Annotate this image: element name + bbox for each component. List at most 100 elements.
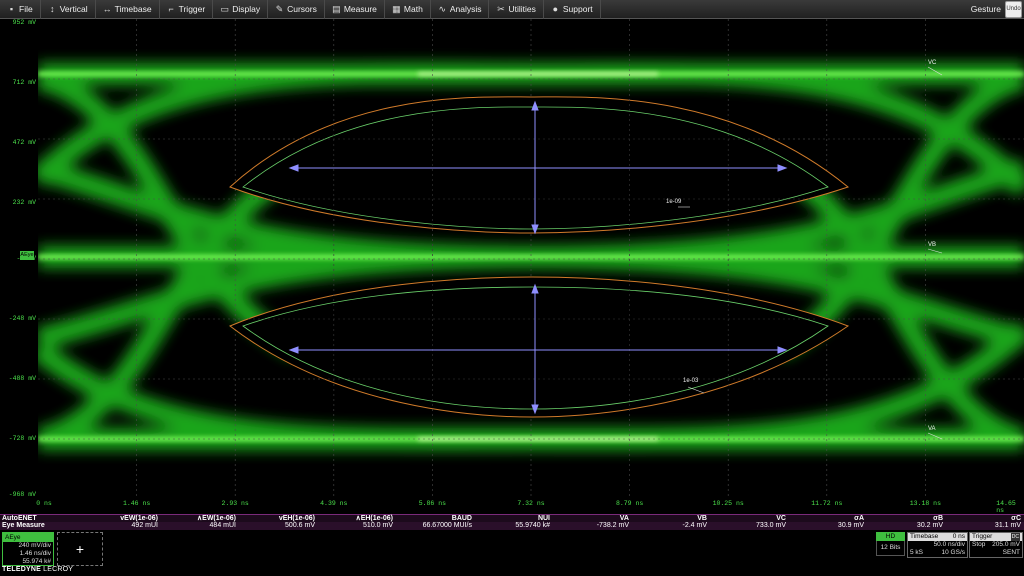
measurement-row-title: Eye Measure xyxy=(2,522,45,529)
menu-label: Vertical xyxy=(59,4,88,14)
trigger-descriptor[interactable]: Trigger DC Stop 205.0 mV SENT xyxy=(969,532,1023,558)
x-tick-label: 8.79 ns xyxy=(615,500,644,507)
menu-label: Utilities xyxy=(508,4,536,14)
measure-value: 484 mUI xyxy=(209,522,236,529)
brand-logo: TELEDYNE LECROY xyxy=(2,566,73,573)
x-tick-label: 1.46 ns xyxy=(122,500,151,507)
menu-display[interactable]: ▭ Display xyxy=(213,0,269,19)
menu-utilities[interactable]: ✂ Utilities xyxy=(489,0,544,19)
x-tick-label: 2.93 ns xyxy=(221,500,249,507)
cursors-icon: ✎ xyxy=(275,3,284,14)
menu-label: Trigger xyxy=(178,4,206,14)
y-tick-label: 472 mV xyxy=(12,139,36,146)
menu-cursors[interactable]: ✎ Cursors xyxy=(268,0,325,19)
timebase-icon: ↔ xyxy=(102,4,112,14)
level-tag-vb: VB xyxy=(928,242,937,248)
trigger-icon: ⌐ xyxy=(168,4,174,14)
gesture-toggle[interactable]: Gesture xyxy=(967,4,1005,14)
trigger-type: SENT xyxy=(1002,549,1020,556)
y-tick-label: 712 mV xyxy=(12,79,36,86)
trigger-mode: Stop xyxy=(972,541,986,548)
x-tick-label: 5.86 ns xyxy=(418,500,447,507)
timebase-samples: 5 kS xyxy=(910,549,924,556)
menu-bar: ▪ File ↕ Vertical ↔ Timebase ⌐ Trigger ▭ Display ✎… xyxy=(0,0,1024,19)
channel-count: 55.974 k# xyxy=(22,558,51,565)
menu-file[interactable]: ▪ File xyxy=(0,0,41,19)
menu-label: Cursors xyxy=(287,4,317,14)
timebase-descriptor[interactable]: Timebase 0 ns 50.0 ns/div 5 kS 10 GS/s xyxy=(907,532,968,558)
bit-depth: 12 Bits xyxy=(876,541,905,556)
menu-vertical[interactable]: ↕ Vertical xyxy=(41,0,96,19)
hd-label: HD xyxy=(876,532,905,541)
add-trace-button[interactable]: + xyxy=(57,532,103,566)
measure-value: 66.67000 MUI/s xyxy=(422,522,472,529)
channel-tdiv: 1.46 ns/div xyxy=(19,550,51,557)
level-tag-va: VA xyxy=(928,426,936,432)
x-tick-label: 11.72 ns xyxy=(811,500,843,507)
channel-vdiv: 240 mV/div xyxy=(18,542,51,549)
timebase-rate: 10 GS/s xyxy=(941,549,965,556)
undo-button[interactable]: Undo xyxy=(1005,0,1022,18)
brand-name: TELEDYNE xyxy=(2,566,41,573)
menu-label: Support xyxy=(562,4,593,14)
vertical-icon: ↕ xyxy=(49,4,55,14)
trigger-coupling-badge: DC xyxy=(1010,533,1020,541)
x-tick-label: 14.65 ns xyxy=(996,500,1016,514)
x-tick-label: 4.39 ns xyxy=(320,500,348,507)
menu-trigger[interactable]: ⌐ Trigger xyxy=(160,0,214,19)
measure-value: -2.4 mV xyxy=(682,522,707,529)
menu-math[interactable]: ▦ Math xyxy=(385,0,431,19)
measure-value: 492 mUI xyxy=(131,522,158,529)
measurement-value-row: Eye Measure 492 mUI 484 mUI 500.6 mV 510.0 … xyxy=(0,522,1024,530)
utilities-icon: ✂ xyxy=(497,3,505,14)
measure-value: -738.2 mV xyxy=(596,522,629,529)
menu-support[interactable]: ● Support xyxy=(544,0,601,19)
trigger-level: 205.0 mV xyxy=(992,541,1020,548)
menu-label: Measure xyxy=(343,4,377,14)
measure-value: 55.9740 k# xyxy=(515,522,550,529)
menu-label: Analysis xyxy=(449,4,482,14)
menu-timebase[interactable]: ↔ Timebase xyxy=(96,0,160,19)
timebase-tdiv: 50.0 ns/div xyxy=(933,541,965,548)
y-tick-label: -968 mV xyxy=(8,491,36,498)
measure-value: 500.6 mV xyxy=(285,522,315,529)
measurement-header-row: AutoENET vEW(1e-06) ∧EW(1e-06) vEH(1e-06) ∧… xyxy=(0,514,1024,522)
measurement-table[interactable]: AutoENET vEW(1e-06) ∧EW(1e-06) vEH(1e-06) ∧… xyxy=(0,514,1024,531)
measure-value: 30.2 mV xyxy=(916,522,943,529)
y-tick-label: -248 mV xyxy=(8,315,36,322)
x-tick-label: 10.25 ns xyxy=(712,500,744,507)
eye-diagram xyxy=(38,19,1024,496)
menu-label: Timebase xyxy=(114,4,152,14)
support-icon: ● xyxy=(552,4,559,14)
analysis-icon: ∿ xyxy=(438,3,447,14)
upper-eye-ber-tag: 1e-09 xyxy=(666,199,682,205)
measure-icon: ▤ xyxy=(332,3,341,14)
descriptor-area: AEye 240 mV/div 1.46 ns/div 55.974 k# + … xyxy=(0,531,1024,566)
y-tick-label: -728 mV xyxy=(8,435,36,442)
x-tick-label: 13.18 ns xyxy=(909,500,941,507)
x-tick-label: 7.32 ns xyxy=(517,500,545,507)
y-tick-label: 232 mV xyxy=(12,199,36,206)
menu-measure[interactable]: ▤ Measure xyxy=(325,0,385,19)
file-icon: ▪ xyxy=(9,4,14,14)
math-icon: ▦ xyxy=(392,3,401,14)
level-tag-vc: VC xyxy=(928,60,937,66)
y-tick-label: -488 mV xyxy=(8,375,36,382)
brand-sub: LECROY xyxy=(43,566,74,573)
measure-value: 31.1 mV xyxy=(994,522,1021,529)
menu-label: File xyxy=(19,4,33,14)
menu-label: Display xyxy=(232,4,261,14)
channel-descriptor[interactable]: AEye 240 mV/div 1.46 ns/div 55.974 k# xyxy=(2,532,54,566)
timebase-title: Timebase xyxy=(910,533,939,540)
x-tick-label: 0 ns xyxy=(36,500,52,507)
display-icon: ▭ xyxy=(220,3,229,14)
y-tick-label: 952 mV xyxy=(12,19,36,26)
menu-label: Math xyxy=(403,4,423,14)
waveform-grid[interactable]: 1e-09 1e-03 VC VB VA xyxy=(38,19,1024,496)
hd-acquisition-box[interactable]: HD 12 Bits xyxy=(876,532,905,558)
channel-marker[interactable]: AEye xyxy=(20,251,34,260)
timebase-delay: 0 ns xyxy=(952,533,965,540)
lower-eye-ber-tag: 1e-03 xyxy=(683,378,699,384)
channel-descriptor-name: AEye xyxy=(3,533,53,542)
menu-analysis[interactable]: ∿ Analysis xyxy=(431,0,490,19)
